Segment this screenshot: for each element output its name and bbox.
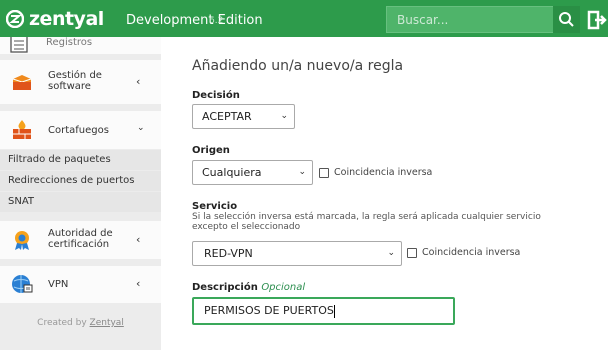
certificate-icon [15, 231, 29, 250]
origen-select[interactable]: Cualquiera ⌄ [192, 160, 313, 185]
firewall-icon [13, 120, 31, 139]
chevron-down-icon: ⌄ [387, 248, 395, 258]
origen-label: Origen [192, 145, 230, 156]
footer-credit: Created by Zentyal [0, 318, 161, 328]
sidebar-item-label: Gestión de [48, 70, 102, 81]
top-header: zentyal Development Edition 6.2 Buscar..… [0, 0, 608, 37]
descripcion-label-text: Descripción [192, 282, 258, 293]
list-icon [10, 37, 28, 53]
chevron-left-icon: ‹ [136, 75, 141, 88]
sidebar-item-label: Cortafuegos [48, 125, 109, 136]
search-icon [559, 12, 574, 27]
sidebar-item-label: Registros [46, 37, 93, 48]
descripcion-value: PERMISOS DE PUERTOS [204, 304, 334, 317]
sidebar-item-software[interactable]: Gestión de software ‹ [0, 60, 161, 104]
servicio-inverse-label: Coincidencia inversa [422, 247, 521, 258]
sidebar-subitem-redirecciones[interactable]: Redirecciones de puertos [0, 171, 161, 191]
servicio-inverse-checkbox[interactable] [407, 248, 417, 258]
page-title: Añadiendo un/a nuevo/a regla [192, 58, 404, 74]
descripcion-input[interactable]: PERMISOS DE PUERTOS [192, 297, 455, 325]
zentyal-link[interactable]: Zentyal [90, 318, 124, 328]
chevron-down-icon: ⌄ [280, 111, 288, 121]
search-button[interactable] [553, 6, 580, 33]
credit-text: Created by [37, 318, 90, 328]
sidebar-item-vpn[interactable]: VPN ‹ [0, 266, 161, 303]
servicio-value: RED-VPN [204, 247, 253, 260]
decision-label: Decisión [192, 90, 240, 101]
origen-inverse-checkbox[interactable] [319, 168, 329, 178]
servicio-hint-line2: excepto el seleccionado [192, 222, 301, 232]
chevron-left-icon: ‹ [136, 233, 141, 246]
optional-tag: Opcional [261, 282, 306, 293]
servicio-hint-line1: Si la selección inversa está marcada, la… [192, 212, 541, 222]
main-content: Añadiendo un/a nuevo/a regla Decisión AC… [161, 37, 608, 350]
sidebar-item-label: software [48, 81, 91, 92]
edition-label: Development Edition [126, 13, 263, 28]
decision-value: ACEPTAR [202, 110, 252, 123]
text-cursor [333, 304, 335, 318]
chevron-down-icon: ⌄ [298, 167, 306, 177]
version-label: 6.2 [209, 16, 224, 26]
servicio-select[interactable]: RED-VPN ⌄ [192, 241, 402, 266]
sidebar-subitem-snat[interactable]: SNAT [0, 192, 161, 212]
sidebar-item-cortafuegos[interactable]: Cortafuegos ⌄ [0, 111, 161, 149]
chevron-left-icon: ‹ [136, 277, 141, 290]
sidebar-item-label: VPN [48, 279, 69, 290]
logout-icon[interactable] [587, 10, 607, 30]
sidebar-item-certificacion[interactable]: Autoridad de certificación ‹ [0, 221, 161, 259]
sidebar-item-label: Autoridad de [48, 228, 113, 239]
sidebar-subitem-filtrado[interactable]: Filtrado de paquetes [0, 150, 161, 170]
decision-select[interactable]: ACEPTAR ⌄ [192, 104, 295, 129]
sidebar: Registros Gestión de software ‹ Cortafue… [0, 37, 161, 350]
package-icon [12, 75, 32, 90]
descripcion-label: Descripción Opcional [192, 282, 305, 293]
sidebar-item-registros[interactable]: Registros [0, 37, 161, 54]
search-placeholder: Buscar... [397, 13, 449, 27]
servicio-hint: Si la selección inversa está marcada, la… [192, 212, 592, 232]
origen-inverse-label: Coincidencia inversa [334, 167, 433, 178]
search-input[interactable]: Buscar... [386, 6, 554, 33]
brand-name: zentyal [29, 8, 104, 30]
origen-value: Cualquiera [202, 166, 262, 179]
zentyal-logo-icon [6, 10, 24, 28]
servicio-label: Servicio [192, 201, 238, 212]
chevron-down-icon: ⌄ [137, 123, 145, 133]
vpn-icon [12, 275, 33, 293]
sidebar-item-label: certificación [48, 239, 110, 250]
